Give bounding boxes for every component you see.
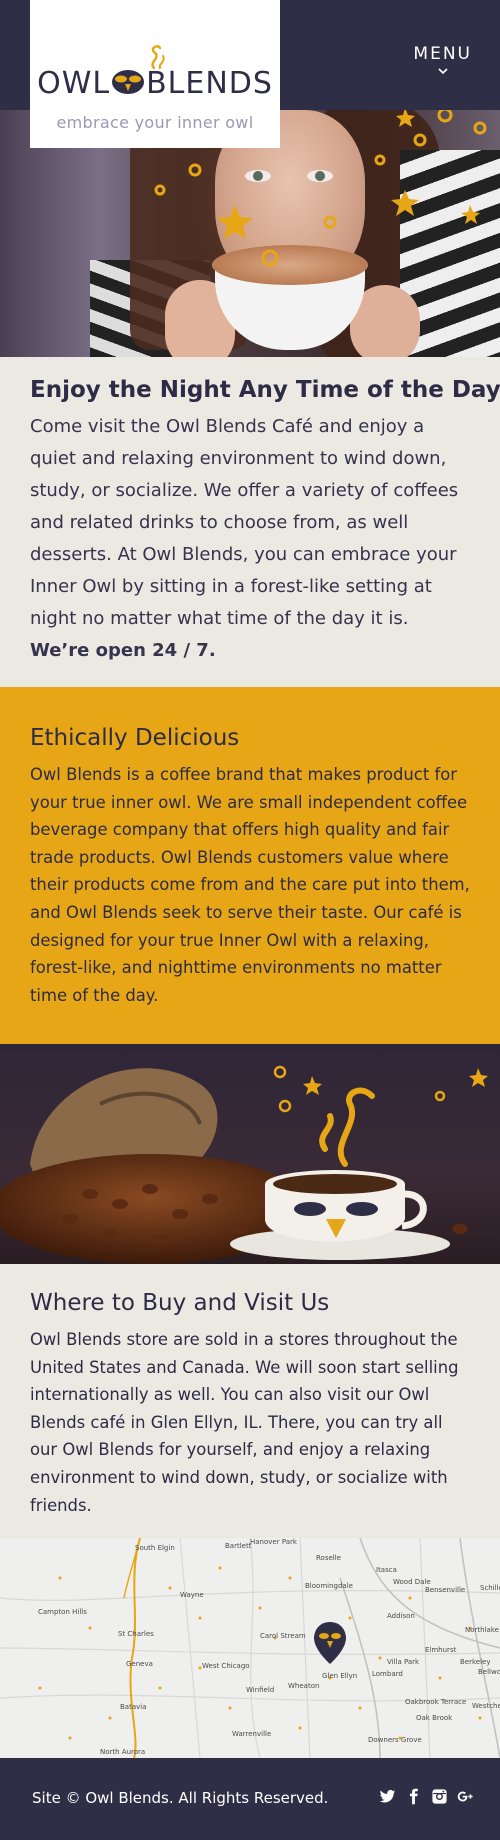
site-header: OWL BLENDS embrace your inner owl MENU [0,0,500,148]
coffee-illustration [0,1065,488,1264]
google-plus-icon[interactable] [457,1788,474,1805]
chevron-down-icon [438,68,448,75]
map-label: Villa Park [387,1658,420,1666]
owl-cup-icon [112,70,145,94]
menu-button[interactable]: MENU [413,44,472,76]
map-label: Itasca [376,1566,397,1574]
map-label: West Chicago [202,1662,250,1670]
map-label: Glen Ellyn [322,1672,358,1680]
buy-title: Where to Buy and Visit Us [30,1290,330,1316]
ethic-title: Ethically Delicious [30,725,240,751]
map-label: Downers Grove [368,1736,422,1744]
buy-body: Owl Blends store are sold in a stores th… [30,1330,459,1515]
twitter-icon[interactable] [379,1788,396,1805]
map-label: Bloomingdale [305,1582,353,1590]
logo[interactable]: OWL BLENDS embrace your inner owl [30,0,280,148]
map-label: Batavia [120,1703,147,1711]
map-label: Oak Brook [416,1714,453,1722]
map-label: Hanover Park [250,1538,297,1546]
map-label: Winfield [246,1686,275,1694]
site-footer: Site © Owl Blends. All Rights Reserved. [0,1758,500,1840]
logo-word-left: OWL [37,66,111,101]
menu-label: MENU [413,44,472,64]
intro-section: Enjoy the Night Any Time of the Day Come… [0,357,500,687]
logo-word-right: BLENDS [146,66,273,101]
map-label: South Elgin [135,1544,175,1552]
map-label: Wood Dale [393,1578,431,1586]
map-label: Bartlett [225,1542,252,1550]
social-links [379,1788,474,1805]
hours-text: We’re open 24 / 7. [30,640,216,661]
logo-wordmark: OWL BLENDS [30,66,280,101]
map-label: Westche [472,1702,500,1710]
instagram-icon[interactable] [431,1788,448,1805]
map-label: Campton Hills [38,1608,87,1616]
map-label: Bensenville [425,1586,466,1594]
intro-body: Come visit the Owl Blends Café and enjoy… [30,416,459,629]
tagline: embrace your inner owl [56,113,254,132]
map-label: Lombard [372,1670,403,1678]
map-label: Elmhurst [425,1646,457,1654]
map-label: Oakbrook Terrace [405,1698,467,1706]
map-label: Wayne [180,1591,204,1599]
map-label: Addison [387,1612,415,1620]
location-map[interactable]: Hanover Park Bartlett South Elgin Rosell… [0,1538,500,1758]
intro-title: Enjoy the Night Any Time of the Day [30,377,500,403]
map-label: North Aurora [100,1748,146,1756]
map-label: Carol Stream [260,1632,306,1640]
map-label: Roselle [316,1554,341,1562]
map-label: Wheaton [288,1682,320,1690]
coffee-banner-image [0,1044,500,1264]
map-label: Geneva [126,1660,153,1668]
ethic-section: Ethically Delicious Owl Blends is a coff… [0,687,500,1044]
map-label: Schille [480,1584,500,1592]
map-label: St Charles [118,1630,154,1638]
map-label: Northlake [465,1626,499,1634]
ethic-body: Owl Blends is a coffee brand that makes … [30,765,470,1005]
map-label: Warrenville [232,1730,272,1738]
facebook-icon[interactable] [405,1788,422,1805]
map-label: Berkeley [460,1658,491,1666]
buy-section: Where to Buy and Visit Us Owl Blends sto… [0,1264,500,1538]
copyright-text: Site © Owl Blends. All Rights Reserved. [32,1789,329,1807]
map-label: Bellwoo [478,1668,500,1676]
